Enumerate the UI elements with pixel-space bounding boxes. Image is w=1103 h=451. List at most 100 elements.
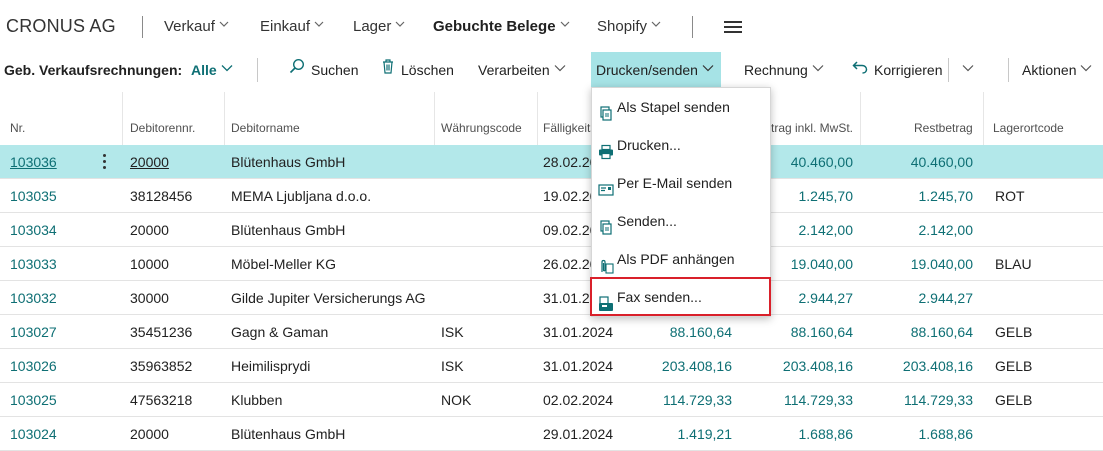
chevron-down-icon [395,20,405,28]
cell-due-date: 26.02.20 [543,256,598,272]
company-name[interactable]: CRONUS AG [6,16,116,37]
cell-nr[interactable]: 103034 [10,213,57,247]
column-header-due-date[interactable]: Fälligkeits [543,121,596,135]
process-menu-button[interactable]: Verarbeiten [478,52,566,88]
correct-label: Korrigieren [874,62,943,78]
column-header-location[interactable]: Lagerortcode [993,121,1064,135]
cell-location: GELB [995,358,1033,374]
menu-item-label: Als Stapel senden [617,99,730,115]
invoice-menu-button[interactable]: Rechnung [744,52,824,88]
cell-nr[interactable]: 103032 [10,281,57,315]
nav-item-shopify[interactable]: Shopify [597,18,661,35]
nav-divider [142,16,143,38]
cell-currency: ISK [441,324,464,340]
cell-amount[interactable]: 203.408,16 [620,349,732,383]
cell-debitor-name: Heimilisprydi [231,358,311,374]
cell-debitor-name: Gilde Jupiter Versicherungs AG [231,290,426,306]
menu-item-label: Senden... [617,213,677,229]
search-button[interactable]: Suchen [289,52,358,88]
cell-amount[interactable]: 88.160,64 [620,315,732,349]
highlight-fax-send [590,277,771,316]
cell-remaining[interactable]: 2.944,27 [860,281,974,315]
cell-amount-incl-vat[interactable]: 88.160,64 [740,315,853,349]
cell-remaining[interactable]: 1.245,70 [860,179,974,213]
cell-debitor-name: Gagn & Gaman [231,324,329,340]
cell-currency: ISK [441,358,464,374]
actions-menu-button[interactable]: Aktionen [1022,52,1092,88]
row-actions-icon[interactable] [103,154,107,170]
cell-remaining[interactable]: 40.460,00 [860,145,973,179]
column-header-debitor-nr[interactable]: Debitorennr. [130,121,195,135]
table-row[interactable]: 103036 20000 Blütenhaus GmbH 28.02.20 40… [0,145,1103,179]
table-row[interactable]: 103035 38128456 MEMA Ljubljana d.o.o. 19… [0,179,1103,213]
printer-icon [598,137,614,160]
cell-amount-incl-vat[interactable]: 114.729,33 [740,383,853,417]
cell-debitor-nr[interactable]: 20000 [130,145,169,179]
cell-nr[interactable]: 103025 [10,383,57,417]
table-row[interactable]: 103026 35963852 Heimilisprydi ISK 31.01.… [0,349,1103,383]
table-row[interactable]: 103025 47563218 Klubben NOK 02.02.2024 1… [0,383,1103,417]
cell-nr[interactable]: 103024 [10,417,57,451]
cell-amount-incl-vat[interactable]: 203.408,16 [740,349,853,383]
cell-amount-incl-vat[interactable]: 1.688,86 [740,417,854,451]
cell-amount[interactable]: 1.419,21 [620,417,733,451]
cell-nr[interactable]: 103033 [10,247,57,281]
menu-item-label: Per E-Mail senden [617,175,733,191]
menu-item-attach-pdf[interactable]: Als PDF anhängen [592,241,770,277]
top-navigation: CRONUS AG Verkauf Einkauf Lager Gebuchte… [0,0,1103,52]
chevron-down-icon [812,64,824,72]
chevron-down-icon [560,20,569,28]
column-header-remaining[interactable]: Restbetrag [914,121,973,135]
table-row[interactable]: 103032 30000 Gilde Jupiter Versicherungs… [0,281,1103,315]
column-header-debitor-name[interactable]: Debitorname [231,121,300,135]
column-header-nr[interactable]: Nr. [10,121,25,135]
column-header-amount-incl-vat[interactable]: trag inkl. MwSt. [771,121,853,135]
nav-item-einkauf[interactable]: Einkauf [260,18,324,35]
cell-nr[interactable]: 103027 [10,315,57,349]
correct-button[interactable]: Korrigieren [852,52,942,88]
cell-location: BLAU [995,256,1032,272]
cell-debitor-nr: 35451236 [130,324,193,340]
menu-item-email[interactable]: Per E-Mail senden [592,165,770,201]
cell-nr[interactable]: 103026 [10,349,57,383]
column-divider [434,92,435,145]
trash-icon [381,51,395,87]
page-title: Geb. Verkaufsrechnungen: [4,62,183,78]
nav-item-lager[interactable]: Lager [353,18,405,35]
more-correct-options-button[interactable] [958,52,974,88]
cell-nr[interactable]: 103036 [10,145,57,179]
table-row[interactable]: 103033 10000 Möbel-Meller KG 26.02.20 19… [0,247,1103,281]
cell-nr[interactable]: 103035 [10,179,57,213]
table-row[interactable]: 103027 35451236 Gagn & Gaman ISK 31.01.2… [0,315,1103,349]
cell-due-date: 02.02.2024 [543,392,614,408]
cell-debitor-name: Möbel-Meller KG [231,256,337,272]
delete-label: Löschen [401,62,454,78]
hamburger-menu-icon[interactable] [724,21,742,33]
table-row[interactable]: 103034 20000 Blütenhaus GmbH 09.02.20 2.… [0,213,1103,247]
cell-remaining[interactable]: 203.408,16 [860,349,973,383]
cell-remaining[interactable]: 1.688,86 [860,417,974,451]
nav-item-gebuchte-belege[interactable]: Gebuchte Belege [433,18,569,35]
table-row[interactable]: 103024 20000 Blütenhaus GmbH 29.01.2024 … [0,417,1103,451]
cell-amount[interactable]: 114.729,33 [620,383,732,417]
column-divider [122,92,123,145]
menu-item-batch-send[interactable]: Als Stapel senden [592,89,770,125]
print-send-menu-button[interactable]: Drucken/senden [591,52,721,88]
delete-button[interactable]: Löschen [381,52,454,88]
filter-label: Alle [191,62,217,78]
menu-item-label: Drucken... [617,137,681,153]
cell-remaining[interactable]: 2.142,00 [860,213,974,247]
table-header: Nr. Debitorennr. Debitorname Währungscod… [0,92,1103,145]
filter-view-selector[interactable]: Alle [191,52,233,88]
cell-remaining[interactable]: 114.729,33 [860,383,973,417]
send-icon [598,213,614,235]
cell-remaining[interactable]: 88.160,64 [860,315,973,349]
actions-label: Aktionen [1022,62,1077,78]
menu-item-send[interactable]: Senden... [592,203,770,239]
nav-item-label: Gebuchte Belege [433,18,556,35]
cell-debitor-name: Klubben [231,392,283,408]
nav-item-verkauf[interactable]: Verkauf [164,18,229,35]
column-header-currency[interactable]: Währungscode [441,121,522,135]
cell-remaining[interactable]: 19.040,00 [860,247,973,281]
menu-item-print[interactable]: Drucken... [592,127,770,163]
